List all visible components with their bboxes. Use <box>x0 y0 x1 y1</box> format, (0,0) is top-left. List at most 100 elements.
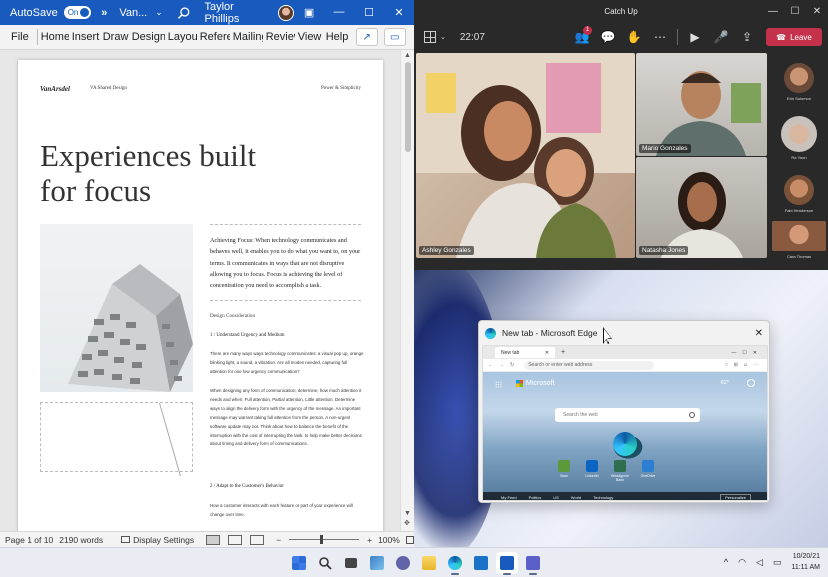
feed-item[interactable]: Politics <box>529 495 542 500</box>
taskbar-search-button[interactable] <box>314 552 336 574</box>
navigation-icons[interactable]: ←→↻ <box>488 362 520 368</box>
layout-grid-icon[interactable] <box>424 31 436 43</box>
document-page[interactable]: VanArsdel VA Shared Design Power & Simpl… <box>18 60 383 531</box>
word-count[interactable]: 2190 words <box>59 535 103 545</box>
video-tile-mario[interactable]: Mario Gonzales <box>636 53 767 156</box>
video-tile-ashley[interactable]: Ashley Gonzales <box>416 53 635 258</box>
ribbon-display-icon[interactable]: ▣ <box>294 6 324 19</box>
tab-view[interactable]: View <box>295 31 323 43</box>
document-name[interactable]: Van... <box>119 7 147 19</box>
search-icon[interactable] <box>177 6 191 20</box>
zoom-in-button[interactable]: + <box>367 535 372 545</box>
fit-page-icon[interactable]: ✥ <box>404 519 410 527</box>
volume-icon[interactable]: ◁ <box>756 557 763 568</box>
sidebar-participant[interactable]: Ra Yoon <box>770 116 828 160</box>
chat-button[interactable] <box>392 552 414 574</box>
user-name[interactable]: Taylor Phillips <box>205 1 271 25</box>
leave-button[interactable]: ☎ Leave <box>766 28 822 46</box>
close-tab-icon[interactable]: ✕ <box>545 350 549 356</box>
tab-layout[interactable]: Layout <box>165 31 197 43</box>
edge-button[interactable] <box>444 552 466 575</box>
feed-item[interactable]: Technology <box>593 495 613 500</box>
sidebar-participant[interactable]: Erin Solomon <box>770 63 828 101</box>
battery-icon[interactable]: ▭ <box>773 557 782 568</box>
document-canvas[interactable]: VanArsdel VA Shared Design Power & Simpl… <box>0 50 400 531</box>
minimize-icon[interactable]: — <box>762 6 784 17</box>
microphone-icon[interactable]: 🎤 <box>708 30 734 44</box>
sidebar-participant[interactable]: Cara Thomas <box>770 221 828 259</box>
tab-file[interactable]: File <box>0 31 37 43</box>
task-view-button[interactable] <box>340 552 362 574</box>
tab-design[interactable]: Design <box>129 31 165 43</box>
start-button[interactable] <box>288 552 310 574</box>
share-icon[interactable]: ↗ <box>355 28 378 46</box>
vertical-scrollbar[interactable]: ▲ ▼ ✥ <box>400 50 414 531</box>
feed-item[interactable]: My Feed <box>501 495 517 500</box>
camera-icon[interactable]: ▶ <box>682 30 708 44</box>
edge-window[interactable]: New tab - Microsoft Edge ✕ New tab ✕ + —… <box>478 320 770 503</box>
word-button[interactable] <box>496 552 518 575</box>
quick-link-xbox[interactable]: Xbox <box>551 460 577 482</box>
sidebar-participant[interactable]: Fabi Henderson <box>770 175 828 213</box>
wifi-icon[interactable]: ◠ <box>738 557 746 568</box>
zoom-level[interactable]: 100% <box>378 535 400 545</box>
comments-icon[interactable]: ▭ <box>383 28 406 46</box>
quick-link-woodgrove[interactable]: Woodgrove Bank <box>607 460 633 482</box>
more-options-icon[interactable]: ⋯ <box>647 30 673 44</box>
weather-widget[interactable]: 62° <box>721 380 729 386</box>
zoom-slider[interactable] <box>289 535 360 544</box>
web-search-input[interactable]: Search the web <box>555 408 700 422</box>
close-icon[interactable]: ✕ <box>755 328 763 339</box>
web-layout-icon[interactable] <box>228 534 243 545</box>
page-count[interactable]: Page 1 of 10 <box>5 535 53 545</box>
display-settings-button[interactable]: Display Settings <box>121 535 194 545</box>
zoom-out-button[interactable]: − <box>276 535 281 545</box>
maximize-icon[interactable]: ☐ <box>354 6 384 19</box>
feed-item[interactable]: World <box>571 495 581 500</box>
tab-home[interactable]: Home <box>38 31 69 43</box>
tray-overflow-icon[interactable]: ^ <box>724 557 728 567</box>
tab-insert[interactable]: Insert <box>69 31 100 43</box>
browser-tab[interactable]: New tab ✕ <box>495 347 555 358</box>
raise-hand-icon[interactable]: ✋ <box>621 30 647 44</box>
avatar[interactable] <box>278 4 295 21</box>
quick-access-more-icon[interactable]: » <box>101 7 107 19</box>
clock[interactable]: 10/20/21 11:11 AM <box>791 551 820 573</box>
tab-draw[interactable]: Draw <box>100 31 129 43</box>
window-controls[interactable]: —☐✕ <box>731 350 763 356</box>
tab-help[interactable]: Help <box>323 31 350 43</box>
toolbar-icons[interactable]: ☆⊞☺⋯ <box>724 362 763 368</box>
quick-link-onedrive[interactable]: OneDrive <box>635 460 661 482</box>
read-mode-icon[interactable] <box>250 534 265 545</box>
gear-icon[interactable] <box>747 379 755 387</box>
widgets-button[interactable] <box>366 552 388 574</box>
minimize-icon[interactable]: — <box>324 6 354 19</box>
close-icon[interactable]: ✕ <box>806 6 828 17</box>
feed-item[interactable]: US <box>553 495 559 500</box>
share-screen-icon[interactable]: ⇪ <box>734 30 760 44</box>
video-tile-natasha[interactable]: Natasha Jones <box>636 157 767 258</box>
tab-references[interactable]: References <box>197 31 230 43</box>
address-input[interactable]: Search or enter web address <box>524 360 655 370</box>
participants-icon[interactable]: 👥 1 <box>569 26 595 44</box>
close-icon[interactable]: ✕ <box>384 6 414 19</box>
fit-window-icon[interactable] <box>405 535 414 544</box>
chevron-down-icon[interactable]: ⌄ <box>440 33 446 41</box>
scroll-down-icon[interactable]: ▼ <box>404 510 411 517</box>
file-explorer-button[interactable] <box>418 552 440 574</box>
quick-link-linkedin[interactable]: LinkedIn <box>579 460 605 482</box>
edge-preview[interactable]: New tab ✕ + —☐✕ ←→↻ Search or enter web … <box>482 345 768 501</box>
scroll-up-icon[interactable]: ▲ <box>404 52 411 59</box>
tab-mailings[interactable]: Mailings <box>230 31 263 43</box>
zoom-slider-handle[interactable] <box>320 535 324 544</box>
print-layout-icon[interactable] <box>206 534 221 545</box>
chevron-down-icon[interactable]: ⌄ <box>155 7 163 18</box>
tab-review[interactable]: Review <box>263 31 295 43</box>
autosave-toggle[interactable]: On <box>63 6 92 19</box>
store-button[interactable] <box>470 552 492 574</box>
maximize-icon[interactable]: ☐ <box>784 6 806 17</box>
app-launcher-icon[interactable] <box>495 381 502 388</box>
scroll-thumb[interactable] <box>405 62 411 152</box>
personalize-button[interactable]: Personalize <box>720 493 751 500</box>
teams-button[interactable] <box>522 552 544 575</box>
